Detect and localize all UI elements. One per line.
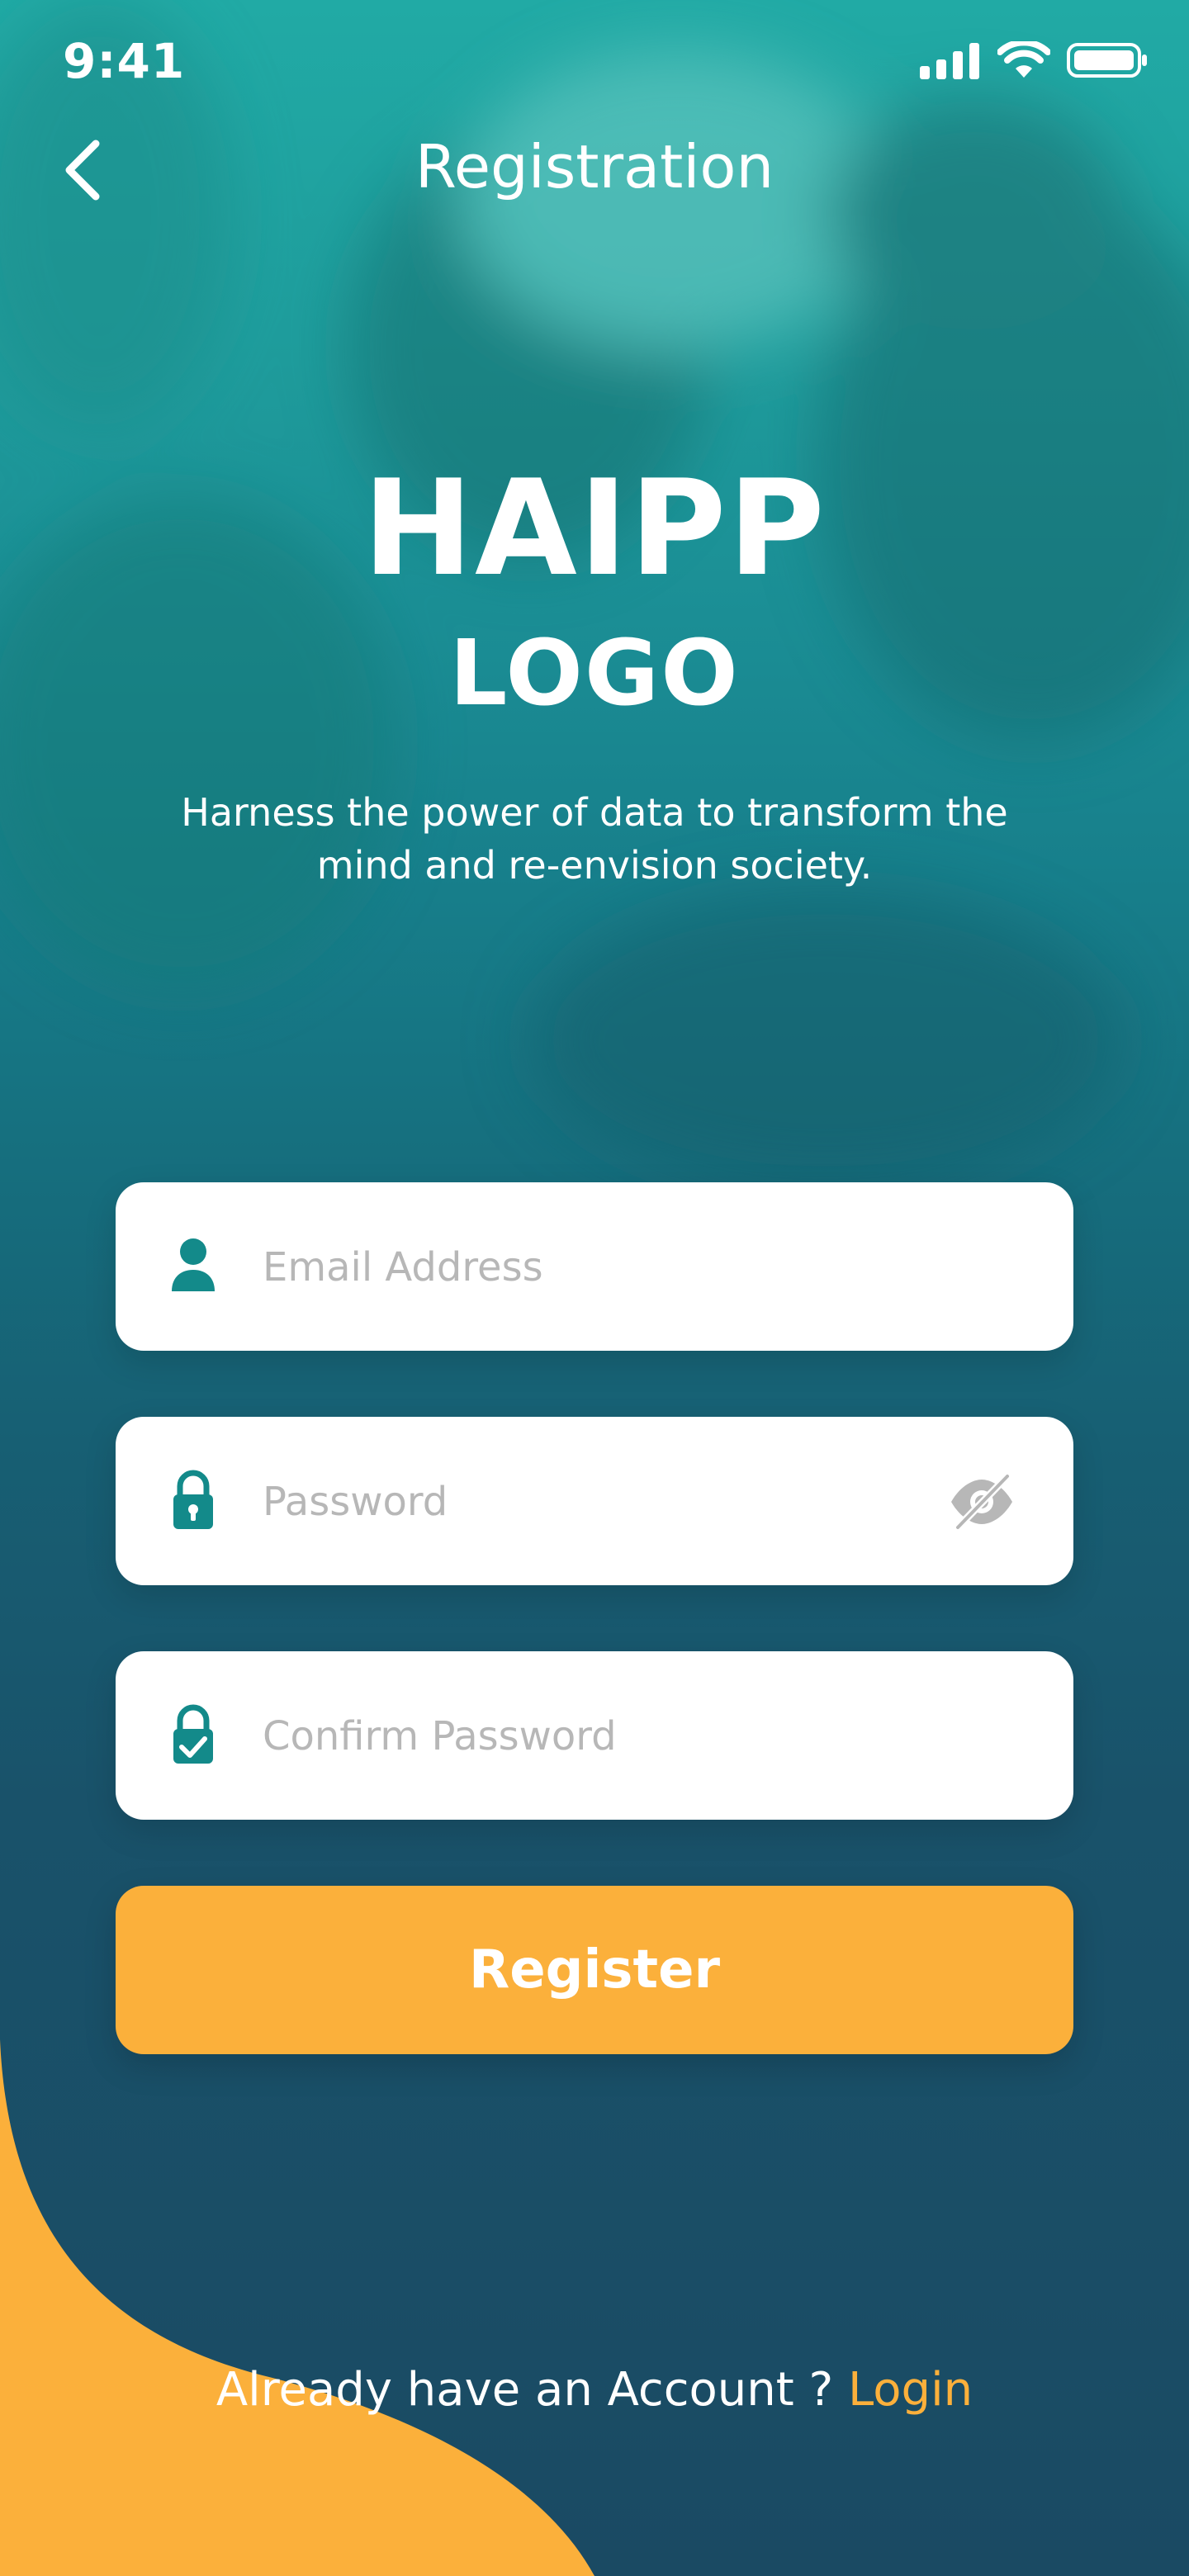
eye-off-icon[interactable] bbox=[948, 1473, 1016, 1531]
lock-check-icon bbox=[173, 1704, 213, 1764]
email-field[interactable] bbox=[116, 1182, 1073, 1352]
lock-icon bbox=[173, 1470, 213, 1529]
register-button[interactable]: Register bbox=[116, 1886, 1073, 2054]
status-icons bbox=[920, 41, 1149, 79]
password-input[interactable] bbox=[261, 1417, 941, 1587]
page-title: Registration bbox=[414, 132, 775, 201]
cellular-signal-icon bbox=[920, 43, 979, 79]
logo-text-primary: HAIPP bbox=[362, 451, 827, 605]
user-icon bbox=[172, 1238, 215, 1291]
logo-text-secondary: LOGO bbox=[449, 620, 740, 726]
login-link[interactable]: Login bbox=[848, 2363, 973, 2417]
wifi-icon bbox=[997, 41, 1050, 78]
email-input[interactable] bbox=[261, 1182, 941, 1352]
login-prompt: Already have an Account ? Login bbox=[0, 2363, 1189, 2417]
confirm-password-input[interactable] bbox=[261, 1651, 941, 1821]
confirm-password-field[interactable] bbox=[116, 1651, 1073, 1821]
login-prompt-text: Already have an Account ? bbox=[216, 2363, 834, 2417]
password-field[interactable] bbox=[116, 1417, 1073, 1587]
registration-screen: 9:41 Registration HAIPP LOGO Harness the… bbox=[0, 0, 1189, 2576]
tagline: Harness the power of data to transform t… bbox=[181, 790, 1008, 888]
status-time: 9:41 bbox=[63, 33, 186, 89]
battery-icon bbox=[1067, 43, 1147, 78]
